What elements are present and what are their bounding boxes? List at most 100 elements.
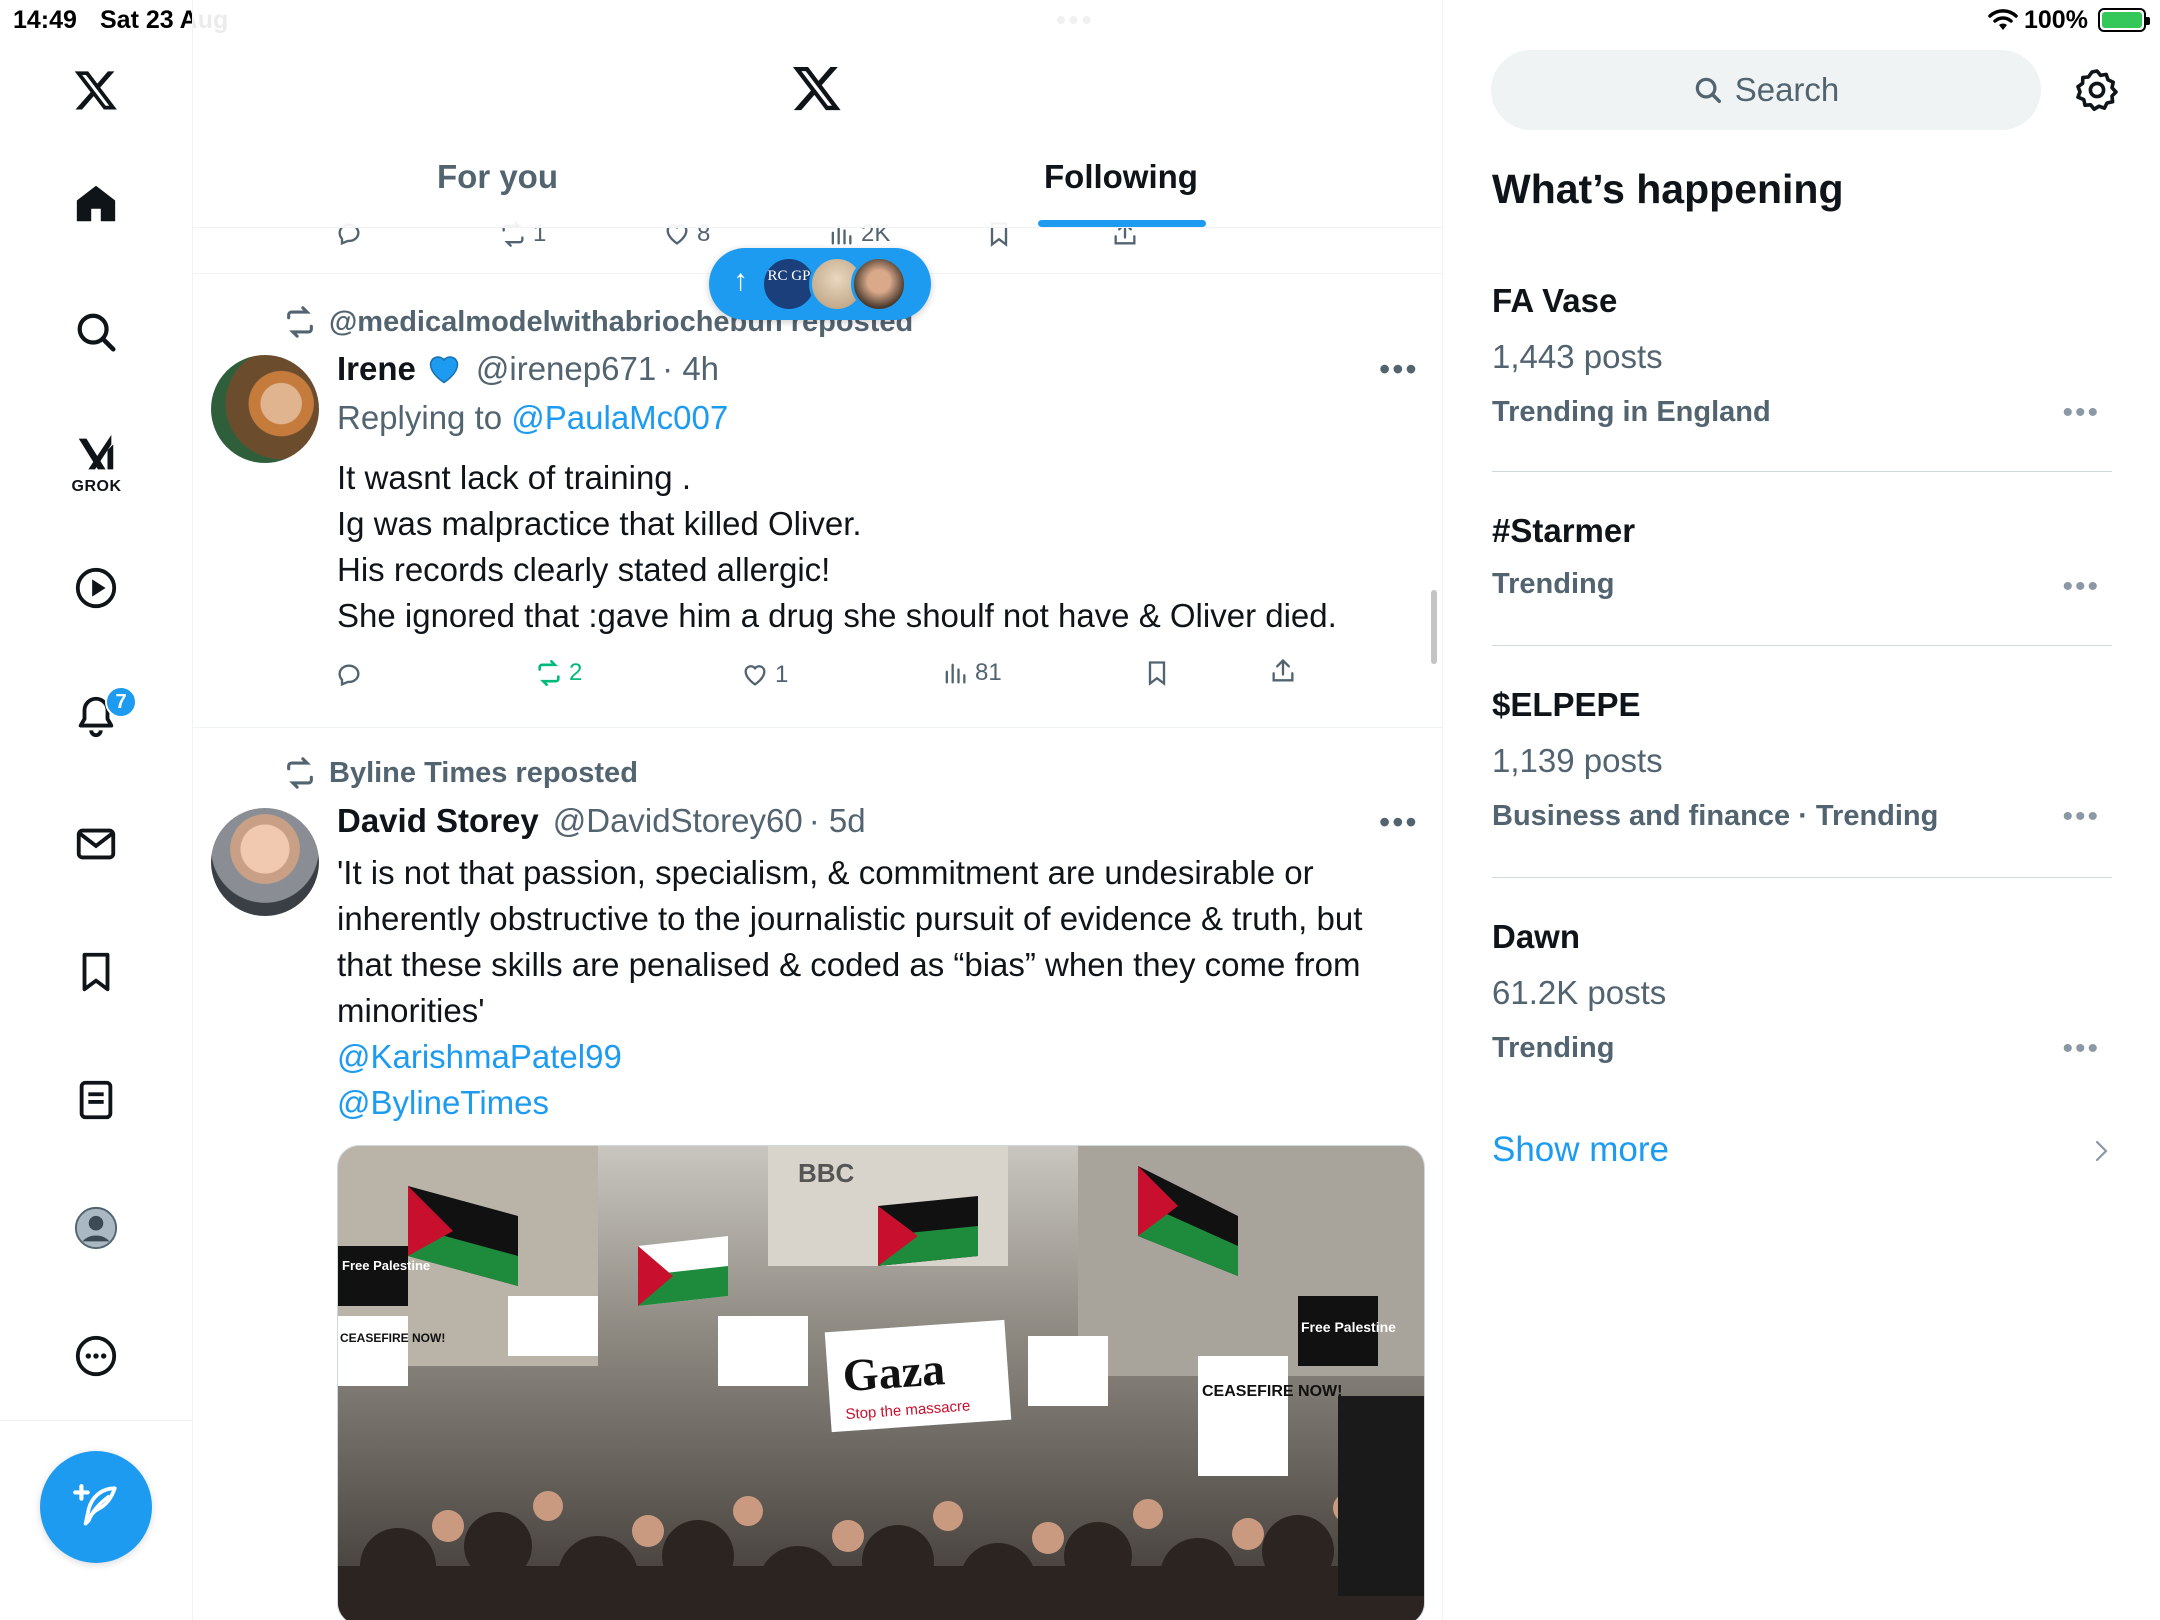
views-count: 81 — [975, 659, 1002, 686]
trend-category: Trending — [1492, 568, 1615, 600]
avatar[interactable] — [211, 355, 319, 463]
trend-name: $ELPEPE — [1492, 686, 1641, 723]
views-chart-icon — [945, 663, 966, 684]
ceasefire-sign-left: CEASEFIRE NOW! — [340, 1331, 445, 1345]
bookmark-button[interactable] — [1143, 659, 1171, 687]
tweet-text: It wasnt lack of training . Ig was malpr… — [337, 455, 1427, 639]
trend-category: Trending — [1492, 1032, 1615, 1064]
trend-name: Dawn — [1492, 918, 1581, 955]
timeline-column: 1 8 2K For you Following ↑ RC GP @medica… — [193, 0, 1443, 1620]
mention-link[interactable]: @BylineTimes — [337, 1080, 1427, 1126]
tweet-time: · 5d — [808, 802, 866, 839]
repost-icon — [287, 306, 313, 338]
trend-name: FA Vase — [1492, 282, 1618, 319]
tab-for-you[interactable]: For you — [437, 158, 558, 196]
trend-category: Trending in England — [1492, 396, 1771, 428]
x-logo-icon[interactable] — [66, 60, 126, 120]
new-posts-button[interactable]: ↑ RC GP — [709, 248, 931, 320]
video-play-icon[interactable] — [66, 558, 126, 618]
trend-post-count: 1,443 posts — [1492, 338, 1663, 375]
notification-count-badge: 7 — [105, 686, 137, 718]
trend-name: #Starmer — [1492, 512, 1636, 549]
tweet-text-line: inherently obstructive to the journalist… — [337, 900, 1363, 937]
share-icon — [1272, 658, 1294, 682]
free-palestine-sign: Free Palestine — [342, 1258, 430, 1273]
repost-attribution: Byline Times reposted — [283, 756, 638, 790]
arrow-up-icon: ↑ — [733, 264, 748, 297]
tweet[interactable]: Byline Times reposted David Storey @Davi… — [193, 728, 1442, 1620]
grok-icon[interactable] — [66, 424, 126, 484]
trend-item[interactable]: FA Vase 1,443 posts Trending in England … — [1492, 270, 2112, 472]
scroll-indicator[interactable] — [1431, 590, 1437, 664]
like-button[interactable]: 1 — [741, 661, 788, 689]
right-sidebar: Search What’s happening FA Vase 1,443 po… — [1443, 0, 2160, 1620]
trend-more-icon[interactable]: ••• — [2062, 1032, 2100, 1066]
trend-more-icon[interactable]: ••• — [2062, 396, 2100, 430]
bbc-sign: BBC — [798, 1158, 855, 1188]
whats-happening-title: What’s happening — [1492, 166, 1844, 212]
mention-link[interactable]: @KarishmaPatel99 — [337, 1034, 1427, 1080]
profile-avatar-icon[interactable] — [66, 1198, 126, 1258]
chevron-right-icon — [2095, 1140, 2108, 1162]
lists-icon[interactable] — [66, 1070, 126, 1130]
gaza-sign: Gaza — [841, 1343, 947, 1401]
ceasefire-sign-right: CEASEFIRE NOW! — [1202, 1383, 1342, 1400]
tweet-text-line: minorities' — [337, 992, 485, 1029]
like-count: 1 — [775, 661, 789, 688]
tweet-image[interactable]: BBC Free Palestine CEASEFIRE NOW! Gaza S… — [337, 1145, 1425, 1620]
replying-to: Replying to @PaulaMc007 — [337, 399, 728, 437]
trend-more-icon[interactable]: ••• — [2062, 570, 2100, 604]
blue-heart-icon — [429, 356, 459, 384]
trend-post-count: 1,139 posts — [1492, 742, 1663, 779]
author-handle[interactable]: @irenep671 — [476, 350, 656, 388]
author-name[interactable]: David Storey — [337, 802, 539, 840]
show-more-link[interactable]: Show more — [1492, 1130, 1669, 1170]
avatar[interactable] — [211, 808, 319, 916]
repost-button[interactable]: 2 — [535, 659, 582, 687]
tweet-header: Irene @irenep671 · 4h — [337, 350, 719, 388]
bookmark-icon — [1148, 661, 1166, 686]
search-input[interactable]: Search — [1491, 50, 2041, 130]
tweet-time: · 4h — [662, 350, 720, 387]
tweet-more-icon[interactable]: ••• — [1379, 804, 1419, 841]
more-options-icon[interactable] — [66, 1326, 126, 1386]
grok-label: GROK — [71, 478, 122, 495]
repost-attribution-text[interactable]: Byline Times reposted — [329, 757, 638, 790]
tweet-more-icon[interactable]: ••• — [1379, 351, 1419, 388]
reply-mention-link[interactable]: @PaulaMc007 — [511, 399, 728, 436]
tweet-text-line: It wasnt lack of training . — [337, 459, 691, 496]
repost-icon — [538, 660, 560, 686]
reply-button[interactable] — [335, 661, 363, 689]
compose-post-button[interactable] — [40, 1451, 152, 1563]
tweet-header: David Storey @DavidStorey60 · 5d — [337, 802, 866, 840]
tab-following[interactable]: Following — [1044, 158, 1198, 196]
trend-item[interactable]: Dawn 61.2K posts Trending ••• — [1492, 878, 2112, 1088]
trend-category: Business and finance · Trending — [1492, 800, 1939, 832]
author-handle[interactable]: @DavidStorey60 — [553, 802, 803, 840]
trend-item[interactable]: #Starmer Trending ••• — [1492, 472, 2112, 646]
reply-icon — [338, 664, 360, 687]
settings-gear-icon[interactable] — [2073, 66, 2121, 114]
share-button[interactable] — [1269, 657, 1297, 685]
messages-envelope-icon[interactable] — [66, 814, 126, 874]
search-placeholder: Search — [1734, 71, 1840, 108]
explore-search-icon[interactable] — [66, 302, 126, 362]
author-name[interactable]: Irene — [337, 350, 416, 388]
repost-count: 2 — [569, 659, 583, 686]
x-logo-icon[interactable] — [791, 62, 843, 114]
heart-icon — [744, 665, 766, 686]
bookmarks-icon[interactable] — [66, 942, 126, 1002]
new-post-avatar — [851, 256, 907, 312]
nav-divider — [0, 1420, 193, 1421]
tweet[interactable]: @medicalmodelwithabriochebun reposted Ir… — [193, 275, 1442, 728]
trend-post-count: 61.2K posts — [1492, 974, 1667, 1011]
tweet-text-line: Ig was malpractice that killed Oliver. — [337, 505, 862, 542]
repost-icon — [287, 757, 313, 789]
trend-more-icon[interactable]: ••• — [2062, 800, 2100, 834]
timeline-header: For you Following — [193, 0, 1442, 228]
left-nav: GROK 7 — [0, 0, 193, 1620]
tweet-text-line: She ignored that :gave him a drug she sh… — [337, 597, 1337, 634]
trend-item[interactable]: $ELPEPE 1,139 posts Business and finance… — [1492, 646, 2112, 878]
views-button[interactable]: 81 — [941, 659, 1002, 687]
home-icon[interactable] — [66, 174, 126, 234]
